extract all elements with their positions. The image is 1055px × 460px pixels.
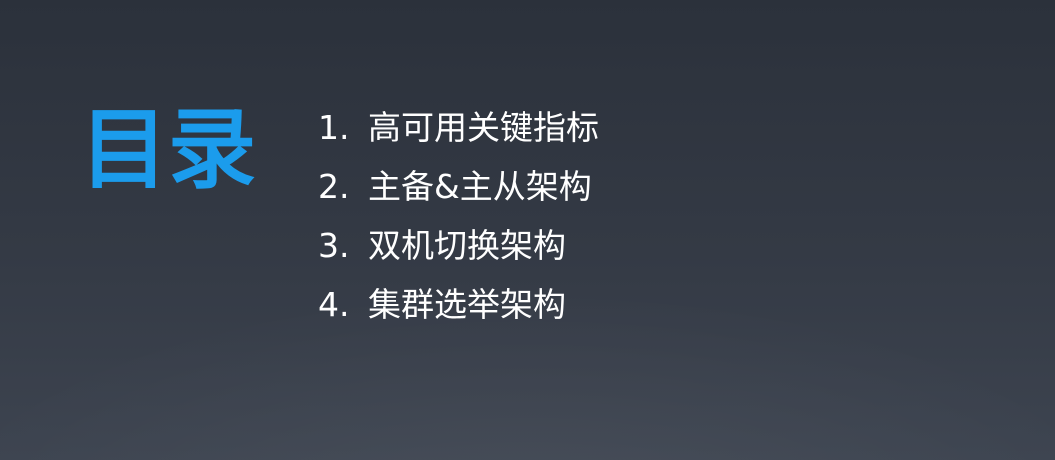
- slide-title: 目录: [80, 98, 257, 201]
- toc-item-text: 主备&主从架构: [368, 167, 592, 206]
- toc-item-number: 3.: [318, 226, 350, 265]
- toc-item: 4. 集群选举架构: [318, 275, 599, 334]
- toc-item: 1. 高可用关键指标: [318, 98, 599, 157]
- toc-item-text: 双机切换架构: [368, 226, 566, 265]
- toc-item-text: 高可用关键指标: [368, 108, 599, 147]
- toc-item: 2. 主备&主从架构: [318, 157, 599, 216]
- toc-item-number: 4.: [318, 285, 350, 324]
- toc-item-number: 1.: [318, 108, 350, 147]
- toc-item-number: 2.: [318, 167, 350, 206]
- toc-item-text: 集群选举架构: [368, 285, 566, 324]
- slide: 目录 1. 高可用关键指标 2. 主备&主从架构 3. 双机切换架构 4. 集群选举架构: [0, 0, 1055, 460]
- table-of-contents: 1. 高可用关键指标 2. 主备&主从架构 3. 双机切换架构 4. 集群选举架构: [318, 98, 599, 334]
- toc-item: 3. 双机切换架构: [318, 216, 599, 275]
